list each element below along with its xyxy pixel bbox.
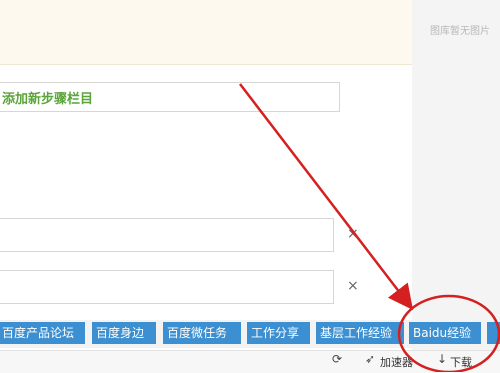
tag-item[interactable]: 百度身边 (92, 322, 156, 344)
browser-status-bar (0, 350, 500, 373)
download-icon[interactable]: ↓ (437, 352, 447, 366)
image-sidebar (412, 0, 500, 372)
download-button[interactable]: 下载 (450, 354, 472, 370)
editor-top-panel (0, 0, 412, 65)
remove-step-1-icon[interactable]: × (347, 226, 359, 242)
sidebar-empty-text: 图库暂无图片 (430, 26, 490, 37)
tag-item[interactable]: 基层工作经验 (316, 322, 404, 344)
add-step-label[interactable]: 添加新步骤栏目 (2, 88, 93, 107)
refresh-icon[interactable]: ⟳ (332, 352, 342, 366)
tag-item[interactable]: 百度微任务 (163, 322, 241, 344)
tag-item[interactable]: Baidu经验 (409, 322, 481, 344)
tag-item-partial[interactable] (487, 322, 500, 344)
tag-item[interactable]: 百度产品论坛 (0, 322, 85, 344)
step-input-2[interactable] (0, 270, 334, 304)
step-input-1[interactable] (0, 218, 334, 252)
remove-step-2-icon[interactable]: × (347, 278, 359, 294)
tag-item[interactable]: 工作分享 (247, 322, 310, 344)
accelerator-button[interactable]: 加速器 (380, 354, 413, 370)
rocket-icon[interactable]: ➶ (365, 352, 375, 366)
